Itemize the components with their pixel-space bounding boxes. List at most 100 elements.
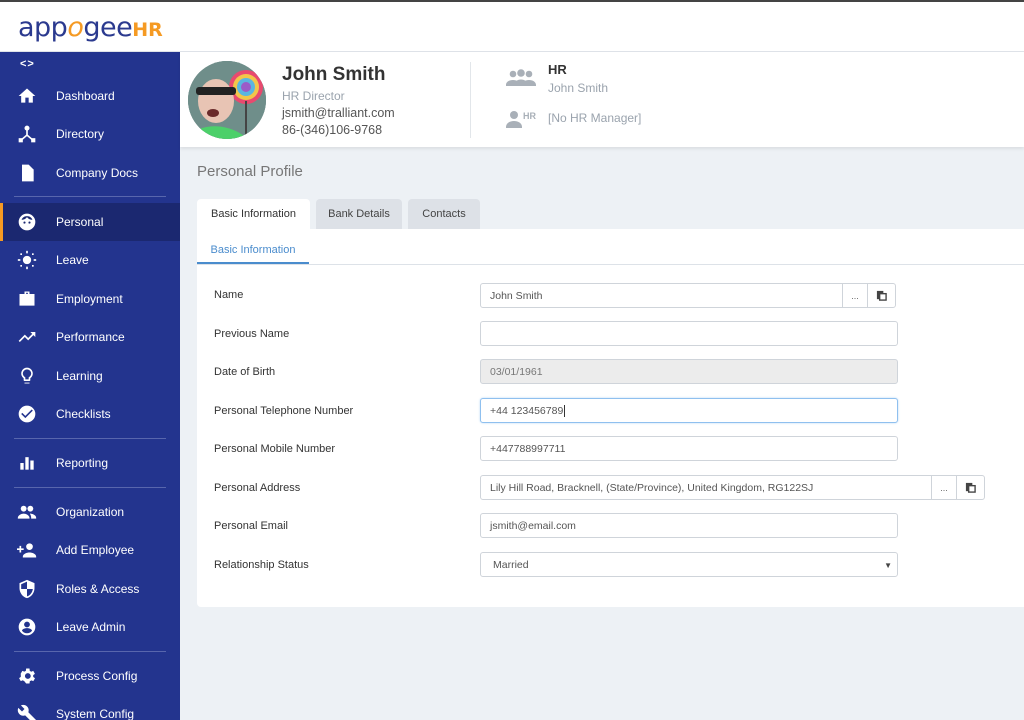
sidebar-item-label: Leave xyxy=(56,253,89,267)
address-copy-button[interactable] xyxy=(956,475,985,500)
personal-email-field[interactable]: jsmith@email.com xyxy=(480,513,898,538)
tab-contacts[interactable]: Contacts xyxy=(408,199,480,229)
personal-mobile-value: +447788997711 xyxy=(490,442,566,455)
top-bar: appogeeHR xyxy=(0,0,1024,52)
personal-telephone-field[interactable]: +44 123456789 xyxy=(480,398,898,423)
date-of-birth-field[interactable]: 03/01/1961 xyxy=(480,359,898,384)
directory-icon xyxy=(17,124,37,144)
lightbulb-icon xyxy=(17,366,37,386)
employee-email[interactable]: jsmith@tralliant.com xyxy=(282,106,395,120)
department-name: HR xyxy=(548,62,567,77)
nav-divider xyxy=(14,438,166,439)
document-icon xyxy=(17,163,37,183)
address-more-button[interactable]: ... xyxy=(931,475,957,500)
date-of-birth-value: 03/01/1961 xyxy=(490,365,543,378)
sidebar-item-reporting[interactable]: Reporting xyxy=(0,444,180,482)
sidebar-item-label: Learning xyxy=(56,369,103,383)
people-icon xyxy=(17,502,37,522)
sidebar-item-directory[interactable]: Directory xyxy=(0,115,180,153)
sidebar-item-company-docs[interactable]: Company Docs xyxy=(0,154,180,192)
sidebar-item-dashboard[interactable]: Dashboard xyxy=(0,77,180,115)
sidebar-item-label: Company Docs xyxy=(56,166,139,180)
text-caret xyxy=(564,404,566,417)
department-head: John Smith xyxy=(548,81,609,95)
personal-telephone-value: +44 123456789 xyxy=(490,404,564,417)
wrench-icon xyxy=(17,704,37,720)
personal-email-label: Personal Email xyxy=(214,520,288,532)
page-title: Personal Profile xyxy=(197,163,303,180)
personal-address-field[interactable]: Lily Hill Road, Bracknell, (State/Provin… xyxy=(480,475,932,500)
sidebar-item-label: Leave Admin xyxy=(56,620,126,634)
logo-text: app xyxy=(18,12,68,43)
previous-name-field[interactable] xyxy=(480,321,898,346)
sidebar-item-personal[interactable]: Personal xyxy=(0,203,180,241)
logo-o: o xyxy=(67,12,84,43)
sidebar-item-checklists[interactable]: Checklists xyxy=(0,395,180,433)
add-person-icon xyxy=(17,540,37,560)
sidebar-item-label: Reporting xyxy=(56,456,109,470)
hr-badge: HR xyxy=(523,111,536,121)
sidebar-item-label: Employment xyxy=(56,292,123,306)
header-divider xyxy=(470,62,471,138)
nav-divider xyxy=(14,651,166,652)
briefcase-icon xyxy=(17,289,37,309)
sidebar-item-learning[interactable]: Learning xyxy=(0,357,180,395)
gear-icon xyxy=(17,666,37,686)
avatar[interactable] xyxy=(188,61,266,139)
tab-basic-information[interactable]: Basic Information xyxy=(197,199,310,229)
sidebar-item-system-config[interactable]: System Config xyxy=(0,695,180,720)
dropdown-arrow-icon: ▼ xyxy=(884,561,892,570)
bar-chart-icon xyxy=(17,453,37,473)
tab-bank-details[interactable]: Bank Details xyxy=(316,199,402,229)
nav-divider xyxy=(14,196,166,197)
sidebar-item-add-employee[interactable]: Add Employee xyxy=(0,531,180,569)
copy-icon xyxy=(876,290,887,301)
previous-name-label: Previous Name xyxy=(214,328,290,340)
sidebar-item-organization[interactable]: Organization xyxy=(0,493,180,531)
sidebar-item-employment[interactable]: Employment xyxy=(0,280,180,318)
logo-suffix: HR xyxy=(132,19,163,41)
name-field[interactable]: John Smith xyxy=(480,283,843,308)
sun-icon xyxy=(17,250,37,270)
personal-address-value: Lily Hill Road, Bracknell, (State/Provin… xyxy=(490,481,814,494)
logo-text-rest: gee xyxy=(83,12,133,43)
copy-icon xyxy=(965,482,976,493)
appogee-logo[interactable]: appogeeHR xyxy=(18,12,163,43)
sidebar-item-label: Performance xyxy=(56,330,125,344)
sidebar-item-label: Directory xyxy=(56,127,105,141)
name-value: John Smith xyxy=(490,289,543,302)
sidebar-item-performance[interactable]: Performance xyxy=(0,318,180,356)
account-circle-icon xyxy=(17,617,37,637)
sidebar-item-leave[interactable]: Leave xyxy=(0,241,180,279)
sidebar: <> Dashboard Directory Company Docs Pers… xyxy=(0,52,180,720)
relationship-status-select[interactable]: Married ▼ xyxy=(480,552,898,577)
sidebar-item-label: Personal xyxy=(56,215,104,229)
home-icon xyxy=(17,86,37,106)
employee-phone: 86-(346)106-9768 xyxy=(282,123,383,137)
personal-mobile-field[interactable]: +447788997711 xyxy=(480,436,898,461)
sidebar-item-leave-admin[interactable]: Leave Admin xyxy=(0,608,180,646)
relationship-status-label: Relationship Status xyxy=(214,559,309,571)
sidebar-item-label: Checklists xyxy=(56,407,111,421)
sidebar-item-label: System Config xyxy=(56,707,135,720)
employee-header: John Smith HR Director jsmith@tralliant.… xyxy=(180,52,1024,147)
name-copy-button[interactable] xyxy=(867,283,896,308)
name-label: Name xyxy=(214,289,244,301)
date-of-birth-label: Date of Birth xyxy=(214,366,276,378)
sidebar-item-roles-access[interactable]: Roles & Access xyxy=(0,570,180,608)
trending-up-icon xyxy=(17,327,37,347)
sidebar-item-process-config[interactable]: Process Config xyxy=(0,657,180,695)
sidebar-item-label: Roles & Access xyxy=(56,582,140,596)
nav-divider xyxy=(14,487,166,488)
employee-name: John Smith xyxy=(282,64,386,85)
sidebar-item-label: Organization xyxy=(56,505,125,519)
sidebar-item-label: Add Employee xyxy=(56,543,135,557)
hr-manager-icon: HR xyxy=(506,110,542,128)
collapse-sidebar-button[interactable]: <> xyxy=(20,58,35,70)
sidebar-item-label: Dashboard xyxy=(56,89,115,103)
subtab-basic-information[interactable]: Basic Information xyxy=(197,237,309,264)
hr-manager: [No HR Manager] xyxy=(548,111,642,125)
subtab-divider xyxy=(197,264,1024,265)
name-more-button[interactable]: ... xyxy=(842,283,868,308)
face-icon xyxy=(17,212,37,232)
